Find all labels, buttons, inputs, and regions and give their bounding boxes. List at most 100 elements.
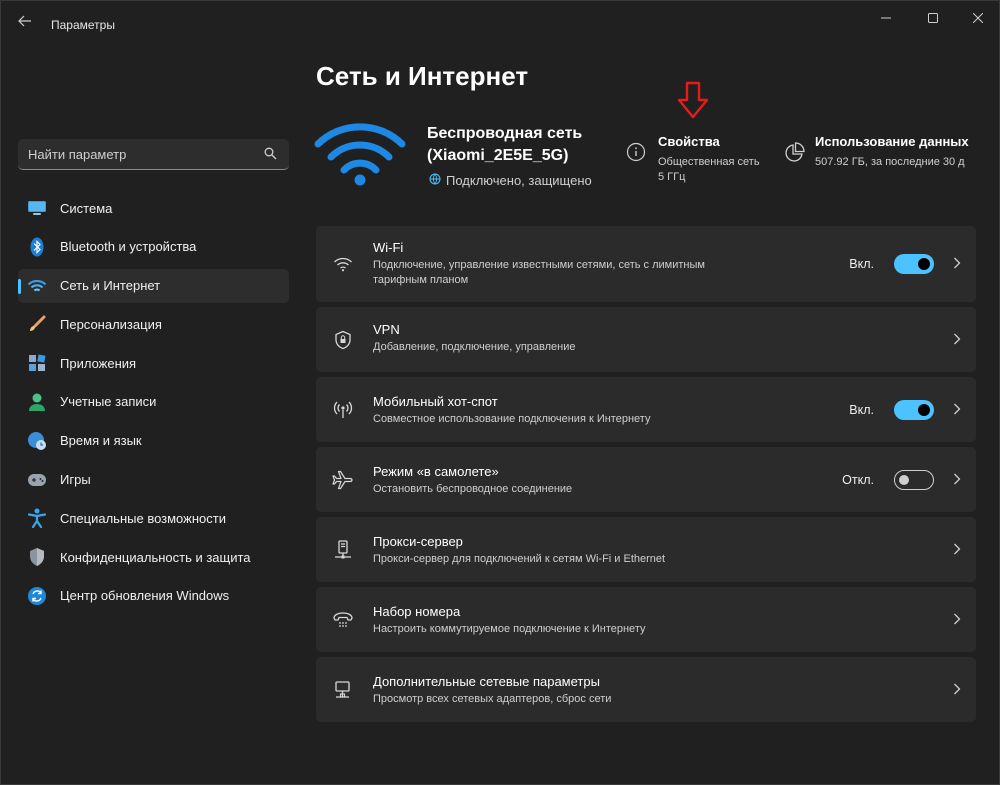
pie-chart-icon [783,134,807,170]
card-wifi[interactable]: Wi-Fi Подключение, управление известными… [316,226,976,302]
sidebar-item-label: Игры [60,472,91,488]
card-description: Подключение, управление известными сетям… [373,259,705,286]
sidebar-item-bluetooth[interactable]: Bluetooth и устройства [18,230,289,264]
clock-globe-icon [27,431,47,451]
toggle-label: Откл. [842,472,874,487]
card-advanced-network[interactable]: Дополнительные сетевые параметры Просмот… [316,657,976,722]
wifi-hero-icon [313,119,407,192]
sidebar-item-windows-update[interactable]: Центр обновления Windows [18,579,289,613]
sidebar-item-label: Система [60,200,113,216]
toggle-knob [918,403,930,416]
chevron-right-icon [953,256,961,272]
hotspot-toggle-group: Вкл. [849,399,934,420]
title-bar: Параметры [1,1,999,41]
minimize-button[interactable] [869,7,903,29]
wifi-toggle[interactable] [894,254,934,274]
update-icon [27,586,47,606]
network-name: Беспроводная сеть (Xiaomi_2E5E_5G) [427,125,583,164]
gamepad-icon [27,470,47,490]
toggle-label: Вкл. [849,402,874,417]
card-title: Прокси-сервер [373,534,463,549]
sidebar-item-accounts[interactable]: Учетные записи [18,385,289,419]
network-status-text: Подключено, защищено [446,173,592,188]
sidebar-item-label: Bluetooth и устройства [60,239,197,255]
sidebar-item-gaming[interactable]: Игры [18,463,289,497]
network-properties-link[interactable]: Свойства Общественная сеть 5 ГГц [626,134,760,185]
sidebar-item-label: Учетные записи [60,394,157,410]
card-proxy[interactable]: Прокси-сервер Прокси-сервер для подключе… [316,517,976,582]
minimize-icon [881,17,891,19]
sidebar-item-apps[interactable]: Приложения [18,346,289,380]
search-icon[interactable] [264,147,277,165]
apps-icon [27,353,47,373]
card-description: Совместное использование подключения к И… [373,413,651,425]
search-input[interactable] [28,146,248,162]
proxy-icon [332,539,354,561]
back-arrow-icon [18,15,31,27]
search-box[interactable] [18,139,289,170]
dialup-icon [332,609,354,631]
card-title: Мобильный хот-спот [373,394,498,409]
shield-icon [27,547,47,567]
card-vpn[interactable]: VPN Добавление, подключение, управление [316,307,976,372]
sidebar-item-system[interactable]: Система [18,191,289,225]
close-icon [973,13,983,23]
chevron-right-icon [953,542,961,558]
chevron-right-icon [953,332,961,348]
card-title: Дополнительные сетевые параметры [373,674,600,689]
sidebar-item-label: Сеть и Интернет [60,278,161,294]
brush-icon [27,314,47,334]
sidebar-item-accessibility[interactable]: Специальные возможности [18,501,289,535]
card-dial-up[interactable]: Набор номера Настроить коммутируемое под… [316,587,976,652]
hotspot-icon [332,399,354,421]
sidebar-item-network[interactable]: Сеть и Интернет [18,268,289,303]
vpn-shield-icon [332,329,354,351]
settings-window: Параметры Система Bluetooth и устройс [0,0,1000,785]
info-icon [626,134,650,185]
sidebar-item-personalization[interactable]: Персонализация [18,307,289,341]
system-monitor-icon [27,198,47,218]
toggle-knob [899,474,909,485]
sidebar-item-label: Время и язык [60,433,142,449]
maximize-button[interactable] [916,7,950,29]
sidebar-nav: Система Bluetooth и устройства Сеть и Ин… [18,191,289,618]
card-description: Прокси-сервер для подключений к сетям Wi… [373,553,666,565]
wifi-icon [332,253,354,275]
card-title: Wi-Fi [373,240,404,255]
sidebar-item-time-language[interactable]: Время и язык [18,424,289,458]
back-button[interactable] [13,11,37,31]
sidebar-item-label: Приложения [60,355,137,371]
airplane-icon [332,469,354,491]
card-description: Добавление, подключение, управление [373,341,576,353]
hotspot-toggle[interactable] [894,399,934,420]
close-button[interactable] [961,7,995,29]
chevron-right-icon [953,682,961,698]
data-usage-link[interactable]: Использование данных 507.92 ГБ, за после… [783,134,971,170]
wifi-icon [27,276,47,296]
network-adapter-icon [332,679,354,701]
properties-title: Свойства [658,134,720,149]
chevron-right-icon [953,402,961,418]
card-description: Остановить беспроводное соединение [373,483,573,495]
network-status: Подключено, защищено [429,173,592,188]
chevron-right-icon [953,472,961,488]
sidebar-item-label: Специальные возможности [60,510,226,526]
card-airplane-mode[interactable]: Режим «в самолете» Остановить беспроводн… [316,447,976,512]
settings-cards: Wi-Fi Подключение, управление известными… [316,226,976,727]
card-title: VPN [373,322,400,337]
app-title: Параметры [51,18,115,32]
airplane-toggle[interactable] [894,469,934,490]
card-description: Просмотр всех сетевых адаптеров, сброс с… [373,693,612,705]
sidebar-item-label: Персонализация [60,316,162,332]
card-description: Настроить коммутируемое подключение к Ин… [373,623,646,635]
card-title: Режим «в самолете» [373,464,499,479]
properties-band: 5 ГГц [658,171,686,183]
toggle-label: Вкл. [849,257,874,271]
card-mobile-hotspot[interactable]: Мобильный хот-спот Совместное использова… [316,377,976,442]
maximize-icon [928,13,938,23]
annotation-arrow-icon [676,81,710,124]
sidebar-item-label: Центр обновления Windows [60,588,230,604]
globe-icon [429,173,441,188]
sidebar-item-privacy[interactable]: Конфиденциальность и защита [18,540,289,574]
sidebar-item-label: Конфиденциальность и защита [60,549,251,565]
